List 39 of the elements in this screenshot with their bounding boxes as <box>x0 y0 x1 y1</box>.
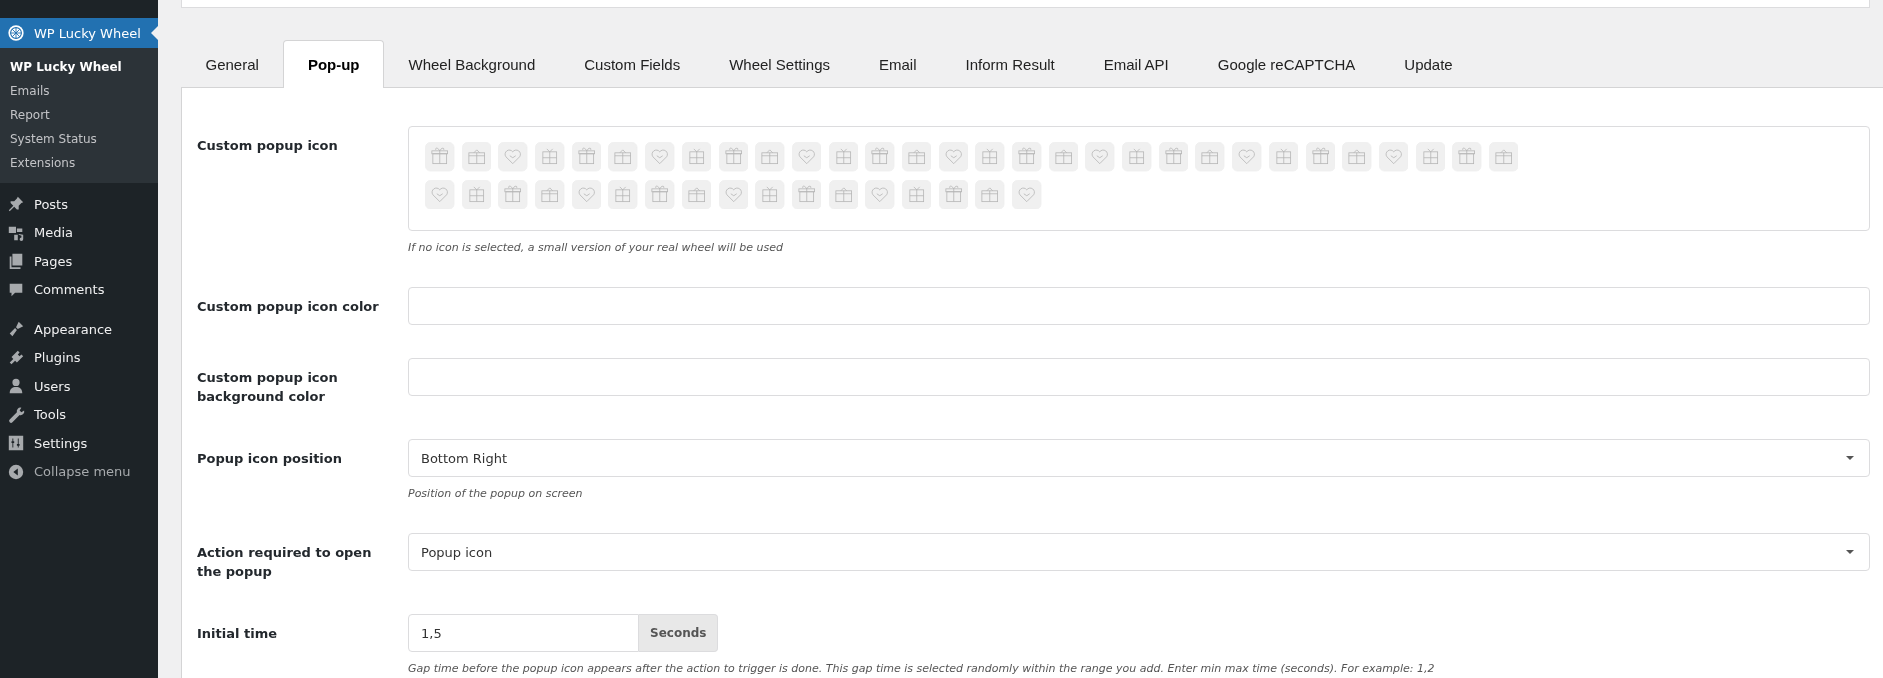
dropdown[interactable]: Bottom Right <box>408 439 1870 477</box>
settings-tab[interactable]: Email API <box>1079 40 1194 87</box>
settings-tab[interactable]: Update <box>1379 40 1478 87</box>
menu-item[interactable]: Plugins <box>0 343 158 372</box>
submenu-item[interactable]: Emails <box>0 79 158 103</box>
field-label: Custom popup icon color <box>197 298 380 316</box>
dropdown[interactable]: Popup icon <box>408 533 1870 571</box>
menu-item[interactable]: Pages <box>0 247 158 276</box>
menu-item[interactable]: Comments <box>0 275 158 304</box>
field-label: Initial time <box>197 625 278 643</box>
field-label: Popup icon position <box>197 450 343 468</box>
settings-tab[interactable]: General <box>181 40 284 87</box>
submenu-item[interactable]: Extensions <box>0 151 158 175</box>
menu-item[interactable]: Posts <box>0 190 158 219</box>
help-text: Position of the popup on screen <box>408 487 584 500</box>
settings-tab[interactable]: Google reCAPTCHA <box>1193 40 1380 87</box>
settings-tab[interactable]: Inform Result <box>941 40 1080 87</box>
menu-item[interactable]: Settings <box>0 429 158 458</box>
settings-tab[interactable]: Wheel Settings <box>704 40 855 87</box>
menu-item[interactable]: Collapse menu <box>0 457 158 486</box>
menu-item[interactable]: Media <box>0 218 158 247</box>
field-label: Action required to open the popup <box>197 544 373 581</box>
help-text: If no icon is selected, a small version of your real wheel will be used <box>408 241 784 254</box>
field-label: Custom popup icon <box>197 137 339 155</box>
menu-item[interactable]: Users <box>0 372 158 401</box>
submenu-item[interactable]: WP Lucky Wheel <box>0 55 158 79</box>
submenu-item[interactable]: Report <box>0 103 158 127</box>
menu-item[interactable]: Appearance <box>0 315 158 344</box>
unit-addon: Seconds <box>639 614 719 652</box>
menu-item[interactable]: Tools <box>0 400 158 429</box>
number-field[interactable]: 1,5 <box>408 614 639 652</box>
settings-tab[interactable]: Pop-up <box>283 40 385 88</box>
settings-tab[interactable]: Custom Fields <box>559 40 705 87</box>
settings-tab[interactable]: Wheel Background <box>384 40 560 87</box>
help-text: Gap time before the popup icon appears after the action to trigger is done. This gap time is selected randomly within the range you add. Enter min max time (seconds). For example: 1,2 <box>408 662 1436 675</box>
submenu-item[interactable]: System Status <box>0 127 158 151</box>
settings-tab[interactable]: Email <box>854 40 942 87</box>
plugin-menu-item[interactable]: WP Lucky Wheel <box>0 18 158 48</box>
field-label: Custom popup icon background color <box>197 369 339 406</box>
